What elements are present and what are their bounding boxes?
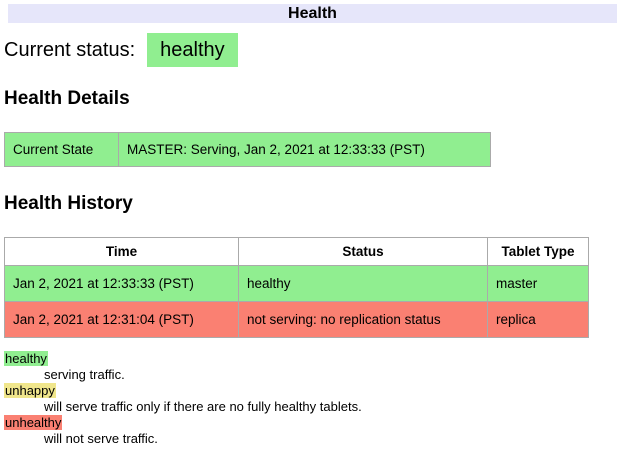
history-tablet-type-cell: master [488, 266, 589, 302]
health-history-heading: Health History [4, 193, 617, 215]
history-status-cell: healthy [239, 266, 488, 302]
table-header-row: Time Status Tablet Type [5, 238, 589, 266]
history-time-cell: Jan 2, 2021 at 12:31:04 (PST) [5, 302, 239, 338]
legend-term-unhealthy: unhealthy [4, 415, 617, 431]
legend-description-unhappy: will serve traffic only if there are no … [44, 399, 617, 415]
column-header-status: Status [239, 238, 488, 266]
legend-term-highlight: unhealthy [4, 415, 62, 430]
page-title: Health [8, 4, 617, 23]
history-status-cell: not serving: no replication status [239, 302, 488, 338]
health-history-table: Time Status Tablet Type Jan 2, 2021 at 1… [4, 237, 589, 338]
column-header-tablet-type: Tablet Type [488, 238, 589, 266]
legend-term-highlight: unhappy [4, 383, 56, 398]
legend-term-healthy: healthy [4, 351, 617, 367]
legend-term-highlight: healthy [4, 351, 48, 366]
health-details-heading: Health Details [4, 88, 617, 110]
table-row: Jan 2, 2021 at 12:33:33 (PST) healthy ma… [5, 266, 589, 302]
legend-term-unhappy: unhappy [4, 383, 617, 399]
details-row-value: MASTER: Serving, Jan 2, 2021 at 12:33:33… [119, 133, 491, 167]
health-details-table: Current State MASTER: Serving, Jan 2, 20… [4, 132, 491, 167]
legend-description-healthy: serving traffic. [44, 367, 617, 383]
current-status-line: Current status:healthy [4, 39, 617, 62]
column-header-time: Time [5, 238, 239, 266]
table-row: Current State MASTER: Serving, Jan 2, 20… [5, 133, 491, 167]
details-row-label: Current State [5, 133, 119, 167]
history-time-cell: Jan 2, 2021 at 12:33:33 (PST) [5, 266, 239, 302]
current-status-label: Current status: [4, 39, 135, 61]
legend-description-unhealthy: will not serve traffic. [44, 431, 617, 447]
current-status-badge: healthy [147, 33, 238, 67]
status-legend: healthy serving traffic. unhappy will se… [4, 351, 617, 447]
table-row: Jan 2, 2021 at 12:31:04 (PST) not servin… [5, 302, 589, 338]
history-tablet-type-cell: replica [488, 302, 589, 338]
